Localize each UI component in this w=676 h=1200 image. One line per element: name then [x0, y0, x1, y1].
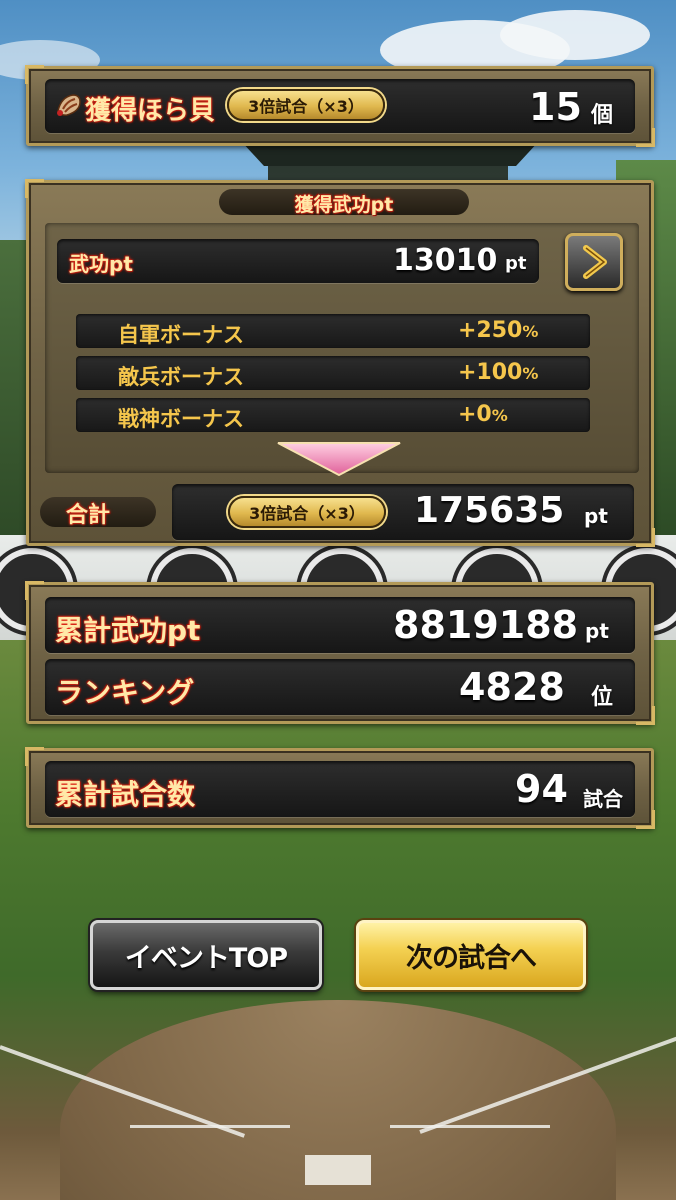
batter-box-line	[390, 1125, 550, 1128]
ranking-value: 4828	[459, 665, 565, 709]
shell-title: 獲得ほら貝	[85, 96, 216, 126]
bonus-value: +250%	[458, 318, 539, 343]
games-panel: 累計試合数 94 試合	[25, 747, 655, 829]
merit-unit: pt	[505, 253, 527, 274]
next-match-button[interactable]: 次の試合へ	[356, 920, 586, 990]
next-match-label: 次の試合へ	[406, 942, 537, 974]
total-multiplier-badge: 3倍試合（×3）	[228, 496, 386, 528]
cumulative-merit-bar: 累計武功pt 8819188 pt	[45, 597, 635, 653]
shell-unit: 個	[591, 103, 614, 128]
ranking-label: ランキング	[55, 676, 195, 709]
bonus-row-own-army: 自軍ボーナス +250%	[76, 314, 590, 348]
section-title: 獲得武功pt	[294, 194, 394, 216]
cumulative-merit-label: 累計武功pt	[55, 614, 201, 647]
bonus-value: +100%	[458, 360, 539, 385]
cloud	[500, 10, 650, 60]
ranking-unit: 位	[591, 685, 614, 710]
merit-bar: 武功pt 13010 pt	[57, 239, 539, 283]
bonus-row-enemy: 敵兵ボーナス +100%	[76, 356, 590, 390]
event-top-button[interactable]: イベントTOP	[90, 920, 322, 990]
games-value: 94	[515, 767, 568, 811]
bonus-row-war-god: 戦神ボーナス +0%	[76, 398, 590, 432]
bonus-label: 敵兵ボーナス	[118, 365, 244, 389]
home-plate	[305, 1155, 371, 1185]
shell-value: 15	[529, 85, 582, 129]
bonus-label: 自軍ボーナス	[118, 323, 244, 347]
multiplier-badge: 3倍試合（×3）	[227, 89, 385, 121]
cumulative-panel: 累計武功pt 8819188 pt ランキング 4828 位	[25, 581, 655, 725]
games-label: 累計試合数	[55, 778, 196, 811]
ranking-bar: ランキング 4828 位	[45, 659, 635, 715]
shell-bar: 獲得ほら貝 3倍試合（×3） 15 個	[45, 79, 635, 133]
shell-panel: 獲得ほら貝 3倍試合（×3） 15 個	[25, 65, 655, 147]
down-triangle-icon	[276, 441, 402, 481]
cumulative-merit-unit: pt	[585, 619, 609, 643]
batter-box-line	[130, 1125, 290, 1128]
merit-value: 13010	[393, 243, 498, 278]
total-label-plate: 合計	[40, 497, 156, 528]
games-bar: 累計試合数 94 試合	[45, 761, 635, 817]
chevron-right-icon	[578, 244, 610, 284]
section-header: 獲得武功pt	[219, 189, 469, 216]
games-unit: 試合	[583, 787, 623, 811]
bonus-value: +0%	[458, 402, 508, 427]
event-top-label: イベントTOP	[124, 942, 288, 974]
total-value: 175635	[414, 490, 565, 531]
bonus-label: 戦神ボーナス	[118, 407, 244, 431]
cumulative-merit-value: 8819188	[393, 603, 579, 647]
total-label: 合計	[66, 503, 111, 528]
total-unit: pt	[584, 504, 608, 528]
conch-shell-icon	[55, 91, 83, 119]
total-bar: 3倍試合（×3） 175635 pt	[172, 484, 634, 540]
merit-detail-button[interactable]	[565, 233, 623, 291]
merit-label: 武功pt	[69, 252, 133, 276]
